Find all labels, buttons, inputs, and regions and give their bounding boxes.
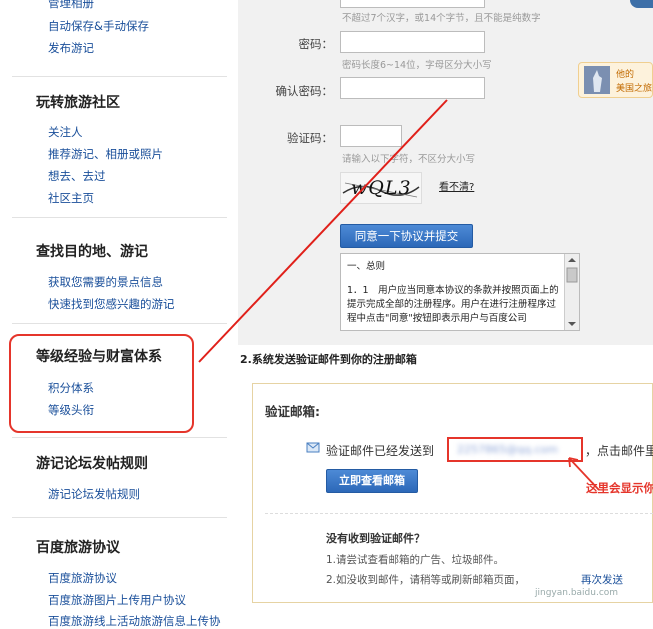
- statue-icon: [593, 70, 602, 92]
- sidebar-link-forum-rules[interactable]: 游记论坛发帖规则: [48, 486, 140, 502]
- email-address: 2257865@qq.com: [457, 443, 558, 456]
- sidebar-link-spot-info[interactable]: 获取您需要的景点信息: [48, 274, 163, 290]
- password-input[interactable]: [340, 31, 485, 53]
- verify-title: 验证邮箱:: [265, 404, 320, 419]
- sidebar-link-agreement[interactable]: 百度旅游协议: [48, 570, 117, 586]
- watermark: jingyan.baidu.com: [535, 588, 619, 598]
- corner-decoration: [630, 0, 653, 8]
- captcha-image[interactable]: wQL3: [340, 172, 422, 204]
- tip-2: 2.如没收到邮件，请稍等或刷新邮箱页面，: [326, 574, 526, 586]
- divider: [12, 76, 227, 77]
- divider: [12, 517, 227, 518]
- captcha-input[interactable]: [340, 125, 402, 147]
- verify-email-box: 验证邮箱: 验证邮件已经发送到 2257865@qq.com ，点击邮件里 立即…: [252, 383, 653, 603]
- agreement-textarea[interactable]: 一、总则 1．1 用户应当同意本协议的条款并按照页面上的提示完成全部的注册程序。…: [340, 253, 580, 331]
- divider: [12, 217, 227, 218]
- agreement-scrollbar[interactable]: [564, 254, 579, 330]
- agreement-heading: 一、总则: [347, 261, 386, 272]
- sidebar-link-manage-album[interactable]: 管理相册: [48, 0, 94, 11]
- step2-title: 2.系统发送验证邮件到你的注册邮箱: [240, 353, 417, 366]
- annotation-text: 这里会显示你: [586, 481, 653, 495]
- resend-link[interactable]: 再次发送: [581, 572, 623, 587]
- sent-text: 验证邮件已经发送到: [326, 444, 435, 458]
- promo-text-2: 美国之旅: [616, 84, 653, 94]
- promo-badge[interactable]: 他的 美国之旅: [578, 62, 653, 98]
- scroll-arrows-icon: [566, 258, 578, 326]
- sidebar: 管理相册 自动保存&手动保存 发布游记 玩转旅游社区 关注人 推荐游记、相册或照…: [0, 0, 238, 628]
- sidebar-link-follow[interactable]: 关注人: [48, 124, 83, 140]
- sidebar-link-community-home[interactable]: 社区主页: [48, 190, 94, 206]
- sidebar-link-photo-agreement[interactable]: 百度旅游图片上传用户协议: [48, 592, 186, 608]
- not-received-title: 没有收到验证邮件？: [326, 532, 425, 545]
- divider: [265, 513, 653, 514]
- username-input[interactable]: [340, 0, 485, 8]
- avatar: [584, 66, 610, 94]
- sidebar-link-publish[interactable]: 发布游记: [48, 40, 94, 56]
- sidebar-link-want-been[interactable]: 想去、去过: [48, 168, 106, 184]
- section-title-find: 查找目的地、游记: [36, 244, 148, 260]
- password-hint: 密码长度6~14位，字母区分大小写: [342, 60, 492, 71]
- divider: [12, 323, 227, 324]
- section-title-agreement: 百度旅游协议: [36, 540, 120, 556]
- sidebar-link-activity-agreement[interactable]: 百度旅游线上活动旅游信息上传协: [48, 613, 221, 629]
- confirm-password-input[interactable]: [340, 77, 485, 99]
- divider: [12, 437, 227, 438]
- promo-text-1: 他的: [616, 70, 635, 80]
- sidebar-link-autosave[interactable]: 自动保存&手动保存: [48, 18, 149, 34]
- captcha-text: wQL3: [351, 177, 412, 199]
- confirm-password-label: 确认密码：: [275, 84, 334, 98]
- sidebar-link-find-notes[interactable]: 快速找到您感兴趣的游记: [48, 296, 175, 312]
- username-hint: 不超过7个汉字，或14个字节，且不能是纯数字: [342, 13, 541, 24]
- refresh-captcha-link[interactable]: 看不清?: [439, 178, 474, 193]
- agree-submit-button[interactable]: 同意一下协议并提交: [340, 224, 473, 248]
- highlight-frame: [9, 334, 194, 433]
- captcha-label: 验证码：: [287, 131, 333, 145]
- check-mailbox-button[interactable]: 立即查看邮箱: [326, 469, 418, 493]
- section-title-forum-rules: 游记论坛发帖规则: [36, 456, 148, 472]
- tip-1: 1.请尝试查看邮箱的广告、垃圾邮件。: [326, 554, 505, 566]
- section-title-community: 玩转旅游社区: [36, 95, 120, 111]
- sidebar-link-recommend[interactable]: 推荐游记、相册或照片: [48, 146, 163, 162]
- password-label: 密码：: [298, 37, 334, 51]
- agreement-text: 1．1 用户应当同意本协议的条款并按照页面上的提示完成全部的注册程序。用户在进行…: [347, 285, 559, 324]
- captcha-hint: 请输入以下字符，不区分大小写: [342, 154, 476, 165]
- mail-sent-icon: [306, 442, 320, 453]
